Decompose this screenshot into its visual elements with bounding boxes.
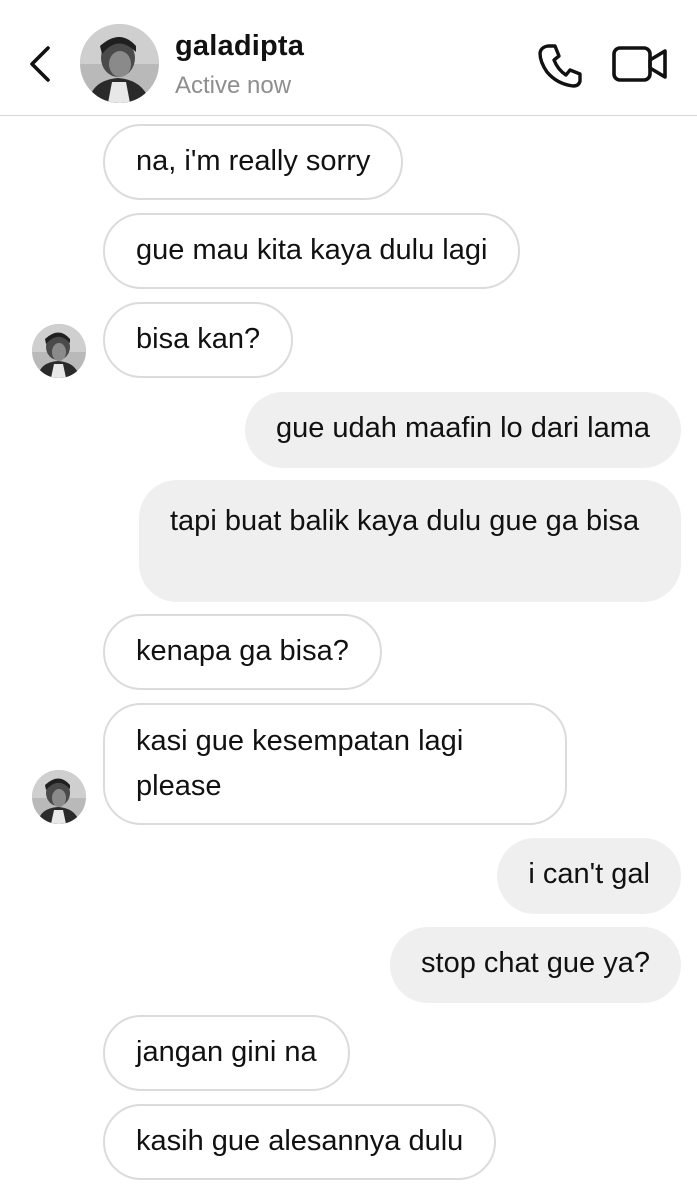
message-incoming[interactable]: gue mau kita kaya dulu lagi xyxy=(103,213,521,289)
voice-call-button[interactable] xyxy=(535,40,585,90)
message-outgoing[interactable]: tapi buat balik kaya dulu gue ga bisa xyxy=(139,480,681,602)
message-incoming[interactable]: jangan gini na xyxy=(103,1015,350,1091)
sender-avatar[interactable] xyxy=(32,324,86,378)
message-incoming[interactable]: kenapa ga bisa? xyxy=(103,614,382,690)
video-call-button[interactable] xyxy=(610,42,670,86)
contact-name[interactable]: galadipta xyxy=(175,30,304,63)
avatar-photo xyxy=(80,24,159,103)
chevron-left-icon xyxy=(30,46,50,82)
contact-avatar[interactable] xyxy=(80,24,159,103)
message-incoming[interactable]: na, i'm really sorry xyxy=(103,124,404,200)
avatar-photo xyxy=(32,770,86,824)
message-incoming[interactable]: kasih gue alesannya dulu xyxy=(103,1104,497,1180)
active-status: Active now xyxy=(175,72,292,99)
phone-icon xyxy=(538,44,582,88)
video-camera-icon xyxy=(612,46,667,82)
back-button[interactable] xyxy=(22,40,58,88)
message-incoming[interactable]: bisa kan? xyxy=(103,302,294,378)
chat-header: galadipta Active now xyxy=(0,0,697,116)
avatar-photo xyxy=(32,324,86,378)
message-outgoing[interactable]: stop chat gue ya? xyxy=(390,927,681,1003)
message-incoming[interactable]: kasi gue kesempatan lagi please xyxy=(103,703,567,825)
message-outgoing[interactable]: gue udah maafin lo dari lama xyxy=(244,392,681,468)
message-outgoing[interactable]: i can't gal xyxy=(497,838,681,914)
sender-avatar[interactable] xyxy=(32,770,86,824)
